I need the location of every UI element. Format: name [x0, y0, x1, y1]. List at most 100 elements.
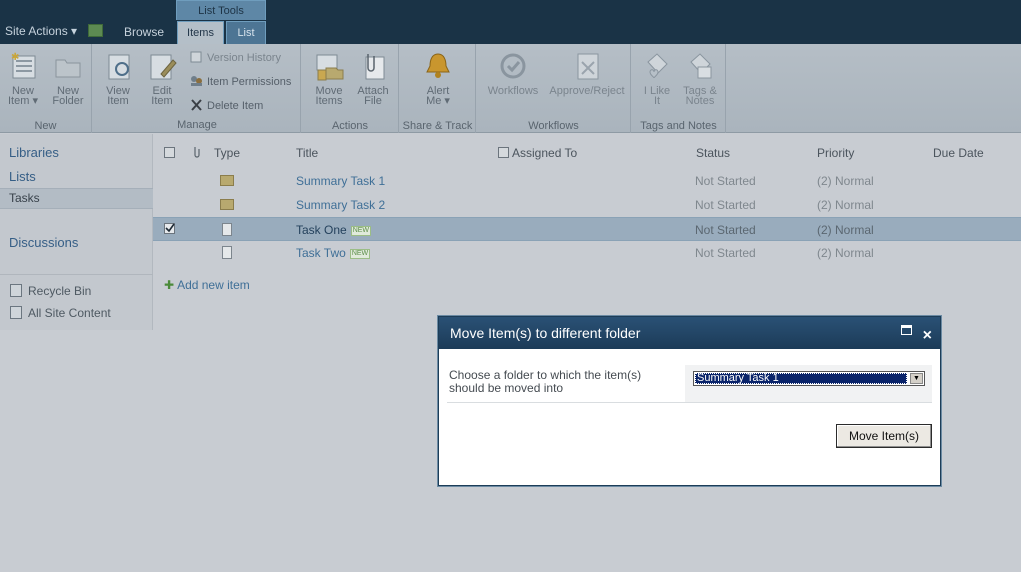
- task-item-icon: [222, 246, 232, 259]
- row-priority: (2) Normal: [817, 198, 874, 212]
- move-items-label-line2: Items: [315, 95, 343, 107]
- nav-recycle-bin[interactable]: Recycle Bin: [10, 284, 91, 298]
- workflows-label: Workflows: [487, 85, 539, 97]
- tab-browse[interactable]: Browse: [116, 25, 172, 39]
- column-header-title[interactable]: Title: [296, 146, 318, 160]
- column-header-priority[interactable]: Priority: [817, 146, 854, 160]
- move-items-button[interactable]: Move Items: [310, 50, 348, 107]
- nav-recycle-bin-label: Recycle Bin: [28, 284, 92, 298]
- tab-list[interactable]: List: [226, 21, 266, 44]
- workflows-button[interactable]: Workflows: [483, 50, 543, 97]
- folder-icon: [220, 175, 234, 186]
- view-item-button[interactable]: View Item: [101, 50, 135, 107]
- folder-select-cell: Summary Task 1 ▼: [685, 365, 932, 402]
- approve-reject-label: Approve/Reject: [549, 85, 625, 97]
- edit-item-label-line2: Item: [151, 95, 173, 107]
- chevron-down-icon[interactable]: ▼: [910, 373, 923, 384]
- all-site-content-icon: [10, 306, 22, 319]
- column-header-type[interactable]: Type: [214, 146, 240, 160]
- tags-notes-button[interactable]: Tags & Notes: [680, 50, 720, 107]
- table-row[interactable]: Summary Task 2 Not Started (2) Normal: [153, 193, 1021, 217]
- attach-file-icon: [358, 50, 388, 82]
- version-history-icon: [190, 51, 203, 63]
- nav-libraries[interactable]: Libraries: [9, 145, 59, 160]
- ribbon-group-new: ✱ New Item ▾ New Folder New: [0, 44, 92, 133]
- tab-items[interactable]: Items: [177, 21, 224, 45]
- view-item-icon: [103, 50, 133, 82]
- left-navigation: Libraries Lists Tasks Discussions Recycl…: [0, 134, 153, 330]
- group-label-workflows: Workflows: [528, 120, 579, 132]
- dialog-title-bar: Move Item(s) to different folder ×: [439, 317, 940, 349]
- row-title-link[interactable]: Summary Task 1: [296, 174, 385, 188]
- i-like-it-icon: [642, 50, 672, 82]
- recycle-bin-icon: [10, 284, 22, 297]
- table-row[interactable]: Summary Task 1 Not Started (2) Normal: [153, 169, 1021, 193]
- move-items-icon: [314, 50, 344, 82]
- column-header-due-date[interactable]: Due Date: [933, 146, 984, 160]
- view-item-label-line2: Item: [107, 95, 129, 107]
- nav-discussions[interactable]: Discussions: [9, 235, 78, 250]
- version-history-label: Version History: [207, 52, 281, 64]
- row-title-link[interactable]: Task Two NEW: [296, 246, 371, 260]
- select-all-checkbox[interactable]: [164, 147, 175, 158]
- i-like-it-button[interactable]: I Like It: [638, 50, 676, 107]
- row-title-link[interactable]: Task One NEW: [296, 223, 372, 237]
- new-badge: NEW: [349, 249, 371, 259]
- alert-me-button[interactable]: Alert Me ▾: [418, 50, 458, 107]
- column-header-status[interactable]: Status: [696, 146, 730, 160]
- move-items-submit-button[interactable]: Move Item(s): [836, 424, 932, 448]
- alert-me-label-line2: Me ▾: [426, 95, 450, 107]
- attach-file-label-line2: File: [364, 95, 382, 107]
- assigned-to-filter-checkbox[interactable]: [498, 147, 509, 158]
- ribbon: ✱ New Item ▾ New Folder New View Item Ed…: [0, 44, 1021, 133]
- approve-reject-button[interactable]: Approve/Reject: [545, 50, 629, 97]
- task-item-icon: [222, 223, 232, 236]
- svg-text:✱: ✱: [11, 52, 19, 63]
- new-folder-icon: [53, 50, 83, 82]
- edit-item-button[interactable]: Edit Item: [145, 50, 179, 107]
- add-new-item-link[interactable]: ✚ Add new item: [164, 278, 250, 292]
- nav-all-site-content[interactable]: All Site Content: [10, 306, 111, 320]
- navigate-up-icon[interactable]: [88, 24, 103, 37]
- row-title-link[interactable]: Summary Task 2: [296, 198, 385, 212]
- row-title-text: Task Two: [296, 246, 346, 260]
- attach-file-button[interactable]: Attach File: [354, 50, 392, 107]
- delete-icon: [190, 99, 203, 111]
- ribbon-group-share-track: Alert Me ▾ Share & Track: [400, 44, 476, 133]
- folder-select-dropdown[interactable]: Summary Task 1 ▼: [693, 371, 925, 386]
- i-like-it-label-line2: It: [653, 95, 661, 107]
- column-header-assigned-to[interactable]: Assigned To: [512, 146, 577, 160]
- new-folder-button[interactable]: New Folder: [48, 50, 88, 107]
- group-label-new: New: [34, 120, 57, 132]
- dialog-title: Move Item(s) to different folder: [450, 325, 641, 341]
- group-label-tags-notes: Tags and Notes: [640, 120, 717, 132]
- delete-item-button[interactable]: Delete Item: [190, 98, 263, 114]
- group-label-manage: Manage: [177, 119, 217, 131]
- item-permissions-label: Item Permissions: [207, 76, 292, 88]
- group-label-actions: Actions: [331, 120, 369, 132]
- site-actions-menu[interactable]: Site Actions ▾: [5, 24, 77, 38]
- edit-item-icon: [147, 50, 177, 82]
- new-folder-label-line2: Folder: [52, 95, 84, 107]
- folder-select-value: Summary Task 1: [695, 373, 907, 384]
- row-priority: (2) Normal: [817, 246, 874, 260]
- list-tools-context-label: List Tools: [176, 0, 266, 20]
- new-item-button[interactable]: ✱ New Item ▾: [4, 50, 42, 107]
- item-permissions-button[interactable]: Item Permissions: [190, 74, 291, 90]
- row-checkbox-checked[interactable]: [164, 223, 175, 234]
- row-title-text: Task One: [296, 223, 347, 237]
- table-row[interactable]: Task Two NEW Not Started (2) Normal: [153, 241, 1021, 265]
- nav-lists[interactable]: Lists: [9, 169, 36, 184]
- ribbon-group-workflows: Workflows Approve/Reject Workflows: [477, 44, 631, 133]
- nav-tasks[interactable]: Tasks: [9, 191, 40, 205]
- plus-icon: ✚: [164, 278, 175, 292]
- table-row-selected[interactable]: Task One NEW Not Started (2) Normal: [153, 217, 1021, 241]
- maximize-icon[interactable]: [901, 325, 912, 335]
- nav-divider: [0, 274, 153, 275]
- version-history-button[interactable]: Version History: [190, 50, 281, 66]
- row-status: Not Started: [695, 246, 756, 260]
- tags-notes-icon: [685, 50, 715, 82]
- folder-icon: [220, 199, 234, 210]
- close-icon[interactable]: ×: [923, 320, 932, 352]
- add-new-item-label: Add new item: [177, 278, 250, 292]
